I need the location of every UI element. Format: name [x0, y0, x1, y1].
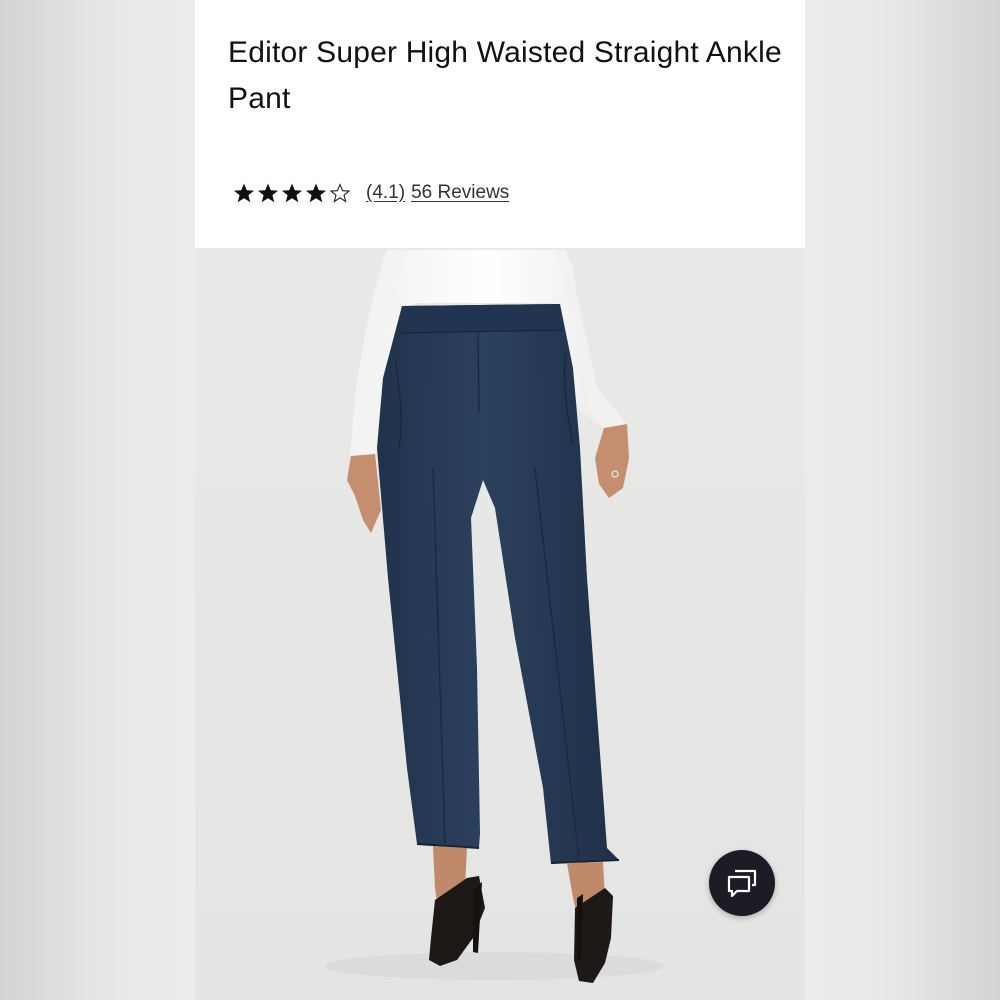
- star-filled-icon: [306, 183, 326, 203]
- product-panel: Editor Super High Waisted Straight Ankle…: [195, 0, 805, 1000]
- product-rating: (4.1) 56 Reviews: [232, 178, 509, 208]
- star-filled-icon: [258, 183, 278, 203]
- product-header: Editor Super High Waisted Straight Ankle…: [195, 0, 805, 248]
- star-rating: [232, 181, 352, 205]
- rating-value: (4.1): [366, 182, 406, 203]
- reviews-count: 56 Reviews: [411, 182, 510, 203]
- star-empty-icon: [329, 183, 351, 203]
- star-filled-icon: [282, 183, 302, 203]
- star-filled-icon: [234, 183, 254, 203]
- chat-button[interactable]: [709, 850, 775, 916]
- product-title: Editor Super High Waisted Straight Ankle…: [228, 36, 782, 115]
- chat-bubbles-icon: [727, 869, 757, 898]
- reviews-link[interactable]: (4.1) 56 Reviews: [366, 182, 509, 204]
